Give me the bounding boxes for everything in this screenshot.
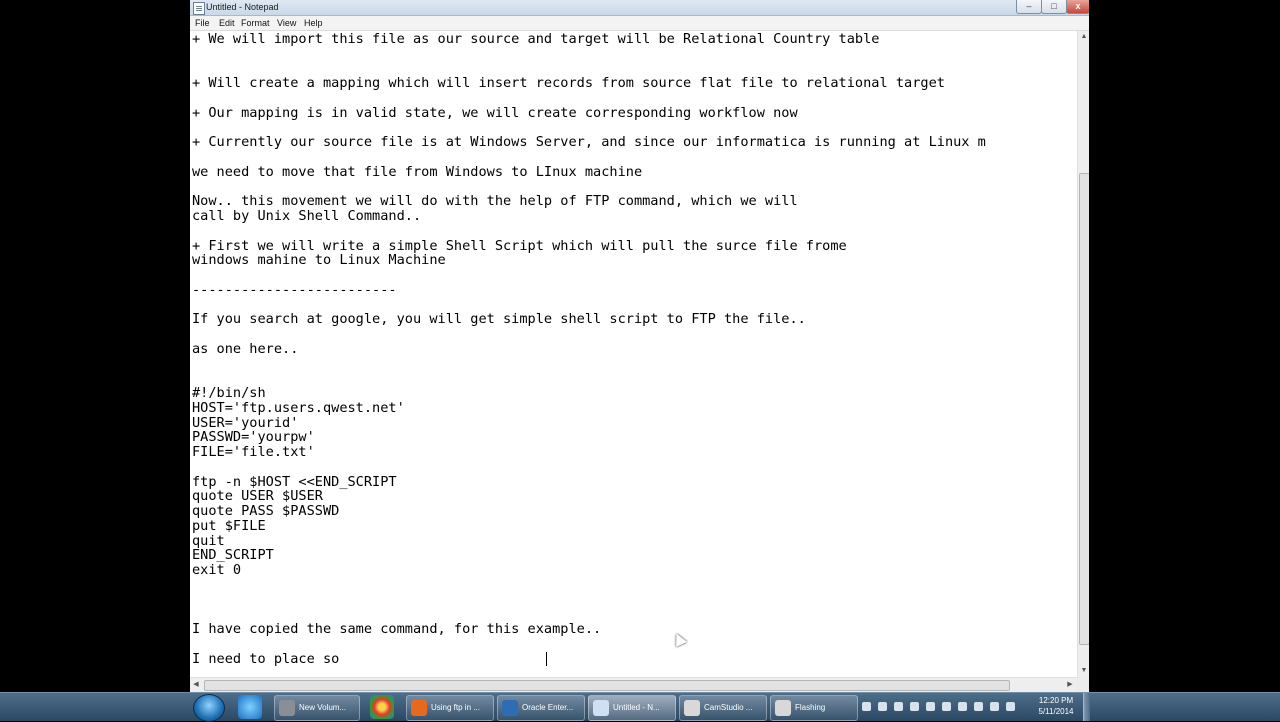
vertical-scrollbar[interactable]: ▲ ▼ <box>1077 31 1089 677</box>
text-line: + Currently our source file is at Window… <box>192 134 986 151</box>
text-line: + First we will write a simple Shell Scr… <box>192 237 847 254</box>
text-line: ftp -n $HOST <<END_SCRIPT <box>192 473 397 490</box>
menu-format[interactable]: Format <box>241 17 270 29</box>
notepad-icon <box>193 2 205 15</box>
taskbar-button-firefox[interactable]: Using ftp in ... <box>406 695 494 721</box>
text-line: put $FILE <box>192 517 266 534</box>
notepad-window: Untitled - Notepad – □ x File Edit Forma… <box>190 0 1089 692</box>
text-line: quote USER $USER <box>192 488 323 505</box>
tray-icon[interactable] <box>926 702 935 711</box>
text-line: I have copied the same command, for this… <box>192 621 602 637</box>
clock-time: 12:20 PM <box>1038 696 1074 705</box>
text-line: + Will create a mapping which will inser… <box>192 75 945 92</box>
taskbar: New Volum... Using ftp in ... Oracle Ent… <box>0 692 1280 722</box>
tray-icon[interactable] <box>942 702 951 711</box>
text-line: + Our mapping is in valid state, we will… <box>192 104 798 121</box>
text-line: as one here.. <box>192 340 299 357</box>
tray-icon[interactable] <box>990 702 999 711</box>
title-bar[interactable]: Untitled - Notepad – □ x <box>190 0 1089 16</box>
menu-edit[interactable]: Edit <box>219 17 235 29</box>
text-line: we need to move that file from Windows t… <box>192 163 643 180</box>
notepad-icon <box>593 700 609 716</box>
vertical-scroll-thumb[interactable] <box>1079 173 1089 645</box>
clock-date: 5/11/2014 <box>1038 707 1074 716</box>
scroll-right-arrow-icon[interactable]: ▶ <box>1064 679 1076 691</box>
tray-icon[interactable] <box>878 702 887 711</box>
text-line: USER='yourid' <box>192 414 299 431</box>
camstudio-icon <box>684 700 700 716</box>
internet-explorer-icon[interactable] <box>238 695 262 719</box>
network-icon[interactable] <box>958 702 967 711</box>
taskbar-button-notepad[interactable]: Untitled - N... <box>588 695 676 721</box>
text-line: If you search at google, you will get si… <box>192 311 806 328</box>
chrome-icon[interactable] <box>370 695 394 719</box>
text-line: call by Unix Shell Command.. <box>192 208 422 224</box>
text-line: I need to place so <box>192 650 340 667</box>
scrollbar-corner <box>1077 677 1089 692</box>
menu-help[interactable]: Help <box>304 17 323 29</box>
minimize-button[interactable]: – <box>1016 0 1042 14</box>
menu-bar: File Edit Format View Help <box>190 16 1089 31</box>
taskbar-button-new-volume[interactable]: New Volum... <box>274 695 360 721</box>
text-line: END_SCRIPT <box>192 547 274 564</box>
text-line: + We will import this file as our source… <box>192 31 880 47</box>
text-line: ------------------------- <box>192 281 397 298</box>
show-desktop-button[interactable] <box>1083 693 1090 721</box>
clock[interactable]: 12:20 PM 5/11/2014 <box>1030 695 1082 717</box>
taskbar-button-flashing[interactable]: Flashing <box>770 695 858 721</box>
volume-icon[interactable] <box>1006 702 1015 711</box>
oracle-icon <box>502 700 518 716</box>
taskbar-button-camstudio[interactable]: CamStudio ... <box>679 695 767 721</box>
tray-icon[interactable] <box>894 702 903 711</box>
close-button[interactable]: x <box>1066 0 1089 14</box>
text-line: quote PASS $PASSWD <box>192 503 340 519</box>
text-line: #!/bin/sh <box>192 385 266 401</box>
horizontal-scrollbar[interactable]: ◀ ▶ <box>190 677 1077 692</box>
maximize-button[interactable]: □ <box>1041 0 1067 14</box>
text-line: windows mahine to Linux Machine <box>192 252 446 269</box>
menu-view[interactable]: View <box>277 17 296 29</box>
text-line: PASSWD='yourpw' <box>192 429 315 446</box>
bluetooth-icon[interactable] <box>910 702 919 711</box>
text-editor[interactable]: + We will import this file as our source… <box>190 31 1077 677</box>
horizontal-scroll-thumb[interactable] <box>204 680 1010 691</box>
text-line: Now.. this movement we will do with the … <box>192 193 798 210</box>
drive-icon <box>279 700 295 716</box>
window-title: Untitled - Notepad <box>206 2 279 12</box>
text-line: HOST='ftp.users.qwest.net' <box>192 399 405 416</box>
firefox-icon <box>411 700 427 716</box>
taskbar-button-oracle[interactable]: Oracle Enter... <box>497 695 585 721</box>
tray-icon[interactable] <box>862 702 871 711</box>
text-caret <box>546 652 547 666</box>
start-button[interactable] <box>193 694 225 722</box>
text-line: exit 0 <box>192 562 242 578</box>
text-line: quit <box>192 532 225 549</box>
scroll-down-arrow-icon[interactable]: ▼ <box>1078 665 1089 677</box>
scroll-up-arrow-icon[interactable]: ▲ <box>1078 31 1089 43</box>
menu-file[interactable]: File <box>195 17 210 29</box>
text-line: FILE='file.txt' <box>192 444 315 460</box>
window-icon <box>775 700 791 716</box>
scroll-left-arrow-icon[interactable]: ◀ <box>190 679 202 691</box>
battery-icon[interactable] <box>974 702 983 711</box>
